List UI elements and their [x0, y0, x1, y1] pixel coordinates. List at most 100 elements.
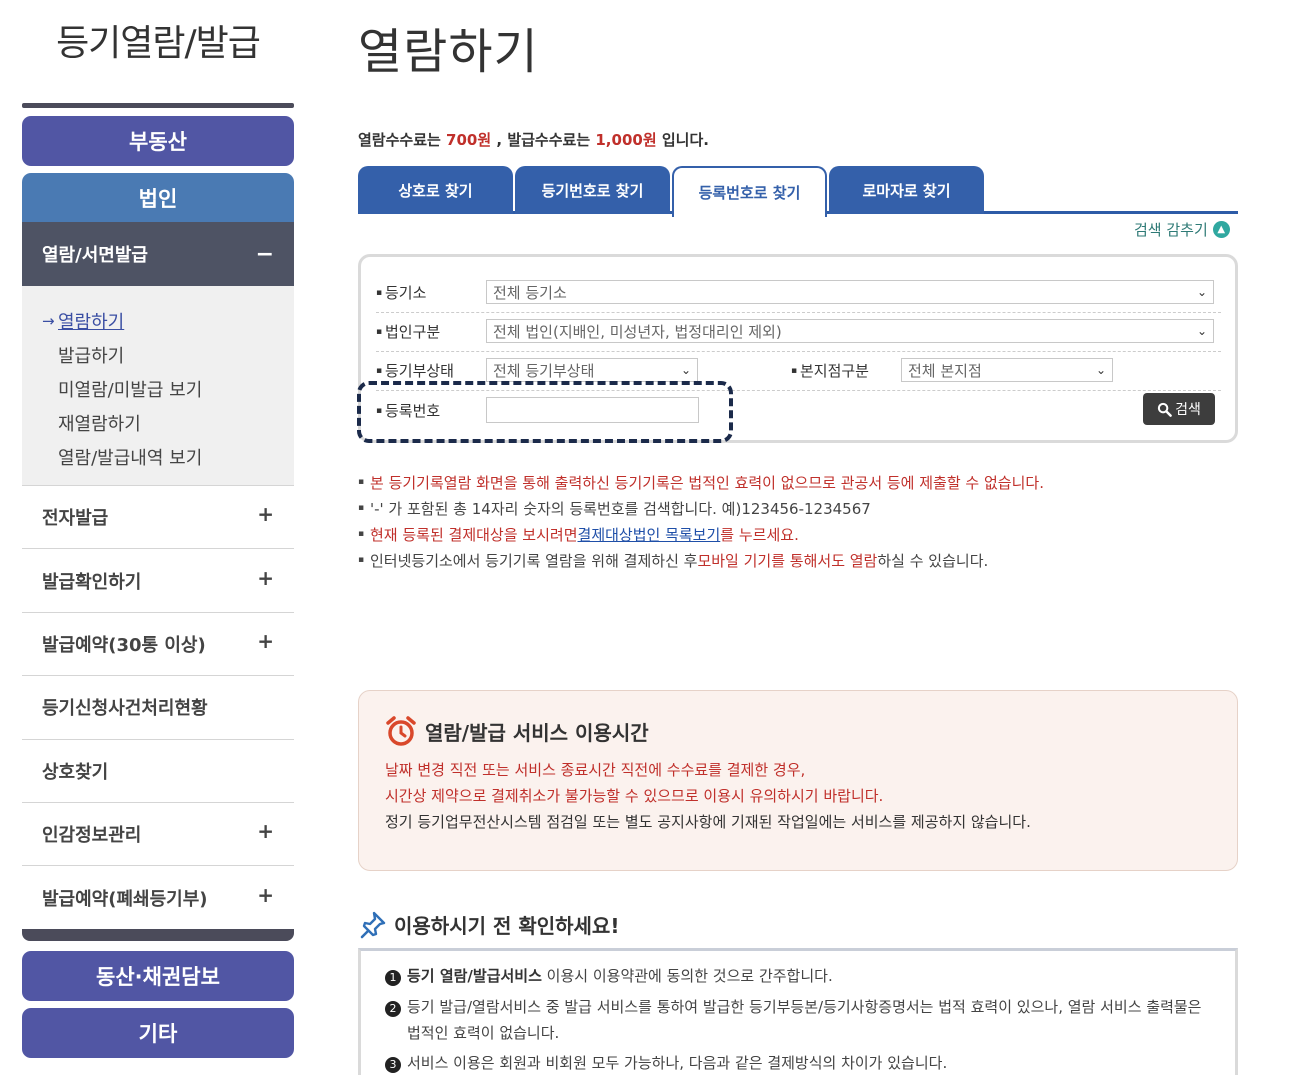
notice-text: 모바일 기기를 통해서도 열람 [697, 551, 878, 570]
view-fee: 700원 [446, 131, 492, 149]
service-text: 날짜 변경 직전 또는 서비스 종료시간 직전에 수수료를 결제한 경우, [385, 761, 806, 779]
submenu-item-issue[interactable]: 발급하기 [22, 338, 294, 372]
chevron-down-icon: ⌄ [1196, 324, 1207, 338]
chevron-up-icon: ▲ [1212, 221, 1230, 238]
sidebar-menu: 전자발급 + 발급확인하기 + 발급예약(30통 이상) + 등기신청사건처리현… [22, 485, 294, 929]
branch-label: 본지점구분 [791, 360, 901, 381]
service-text: 시간상 제약으로 결제취소가 불가능할 수 있으므로 이용시 유의하시기 바랍니… [385, 787, 884, 805]
notice-text: '-' 가 포함된 총 14자리 숫자의 등록번호를 검색합니다. 예)1234… [370, 499, 871, 518]
search-button-label: 검색 [1175, 402, 1201, 418]
registry-row: 등기소 전체 등기소 ⌄ [376, 280, 1214, 304]
check-section-title: 이용하시기 전 확인하세요! [360, 910, 619, 939]
service-hours-panel: 열람/발급 서비스 이용시간 날짜 변경 직전 또는 서비스 종료시간 직전에 … [358, 690, 1238, 871]
sidebar-item-reserve-closed[interactable]: 발급예약(폐쇄등기부) + [22, 865, 294, 928]
corp-type-select-value: 전체 법인(지배인, 미성년자, 법정대리인 제외) [493, 322, 782, 341]
page-title: 열람하기 [358, 24, 539, 80]
list-item: ▪ '-' 가 포함된 총 14자리 숫자의 등록번호를 검색합니다. 예)123… [358, 499, 871, 518]
sidebar-item-case-status[interactable]: 등기신청사건처리현황 [22, 675, 294, 738]
list-item: ▪ 인터넷등기소에서 등기기록 열람을 위해 결제하신 후 모바일 기기를 통해… [358, 551, 989, 570]
submenu-item-label: 열람/발급내역 보기 [58, 448, 203, 469]
list-item: 1 등기 열람/발급서비스 이용시 이용약관에 동의한 것으로 간주합니다. [385, 963, 1211, 989]
submenu-item-label: 발급하기 [58, 346, 125, 367]
payment-list-link[interactable]: 결제대상법인 목록보기 [578, 524, 721, 545]
notice-text: 인터넷등기소에서 등기기록 열람을 위해 결제하신 후 [370, 551, 698, 570]
registry-select-value: 전체 등기소 [493, 283, 567, 302]
chevron-down-icon: ⌄ [1095, 363, 1106, 377]
sidebar-item-verify[interactable]: 발급확인하기 + [22, 548, 294, 611]
search-button[interactable]: 검색 [1143, 393, 1215, 425]
status-select[interactable]: 전체 등기부상태 ⌄ [486, 358, 698, 382]
submenu-item-history[interactable]: 열람/발급내역 보기 [22, 440, 294, 474]
submenu-item-view[interactable]: → 열람하기 [22, 304, 294, 338]
category-etc-button[interactable]: 기타 [22, 1008, 294, 1058]
category-corporation-button[interactable]: 법인 [22, 173, 294, 223]
fee-mid: , 발급수수료는 [496, 131, 591, 149]
fee-prefix: 열람수수료는 [358, 131, 441, 149]
sidebar-item-label: 열람/서면발급 [42, 245, 148, 266]
sidebar-item-label: 발급예약(폐쇄등기부) [42, 888, 208, 910]
expand-icon[interactable]: + [257, 566, 274, 590]
list-item: 2 등기 발급/열람서비스 중 발급 서비스를 통하여 발급한 등기부등본/등기… [385, 994, 1211, 1046]
tab-registry-number[interactable]: 등기번호로 찾기 [515, 166, 670, 214]
expand-icon[interactable]: + [257, 629, 274, 653]
category-movable-button[interactable]: 동산·채권담보 [22, 951, 294, 1001]
list-item: ▪ 현재 등록된 결제대상을 보시려면 결제대상법인 목록보기 를 누르세요. [358, 524, 799, 545]
expand-icon[interactable]: + [257, 883, 274, 907]
tab-reg-number[interactable]: 등록번호로 찾기 [672, 166, 827, 217]
hide-search-toggle[interactable]: 검색 감추기 ▲ [1134, 219, 1230, 240]
search-tabs: 상호로 찾기 등기번호로 찾기 등록번호로 찾기 로마자로 찾기 [358, 166, 1238, 217]
sidebar-item-view-issue[interactable]: 열람/서면발급 − [22, 222, 294, 286]
sidebar-item-label: 발급예약(30통 이상) [42, 634, 206, 656]
branch-row: 본지점구분 전체 본지점 ⌄ [791, 358, 1113, 382]
service-text: 정기 등기업무전산시스템 점검일 또는 별도 공지사항에 기재된 작업일에는 서… [385, 813, 1031, 831]
list-item: ▪ 본 등기기록열람 화면을 통해 출력하신 등기기록은 법적인 효력이 없으므로… [358, 473, 1044, 492]
registry-select[interactable]: 전체 등기소 ⌄ [486, 280, 1214, 304]
highlight-box [357, 381, 733, 443]
notice-list: ▪ 본 등기기록열람 화면을 통해 출력하신 등기기록은 법적인 효력이 없으므로… [358, 469, 1044, 573]
sidebar-item-seal-info[interactable]: 인감정보관리 + [22, 801, 294, 865]
sidebar-item-trade-name[interactable]: 상호찾기 [22, 738, 294, 802]
submenu-item-label: 열람하기 [58, 312, 125, 333]
notice-text: 본 등기기록열람 화면을 통해 출력하신 등기기록은 법적인 효력이 없으므로 … [370, 473, 1044, 492]
chevron-down-icon: ⌄ [680, 363, 691, 377]
status-select-value: 전체 등기부상태 [493, 361, 595, 380]
hide-search-label: 검색 감추기 [1134, 221, 1208, 239]
submenu-item-label: 재열람하기 [58, 414, 141, 435]
sidebar-item-label: 전자발급 [42, 508, 109, 530]
sidebar-item-e-issue[interactable]: 전자발급 + [22, 485, 294, 548]
branch-select-value: 전체 본지점 [908, 361, 982, 380]
tab-romanized[interactable]: 로마자로 찾기 [829, 166, 984, 214]
branch-select[interactable]: 전체 본지점 ⌄ [901, 358, 1113, 382]
fee-info: 열람수수료는 700원 , 발급수수료는 1,000원 입니다. [358, 129, 709, 150]
category-real-estate-button[interactable]: 부동산 [22, 116, 294, 166]
sidebar-item-reserve-bulk[interactable]: 발급예약(30통 이상) + [22, 611, 294, 675]
pushpin-icon [360, 911, 386, 938]
notice-text: 하실 수 있습니다. [877, 551, 989, 570]
check-text: 이용시 이용약관에 동의한 것으로 간주합니다. [541, 967, 833, 985]
submenu-item-unviewed[interactable]: 미열람/미발급 보기 [22, 372, 294, 406]
registry-label: 등기소 [376, 282, 486, 303]
submenu-item-review[interactable]: 재열람하기 [22, 406, 294, 440]
check-list: 1 등기 열람/발급서비스 이용시 이용약관에 동의한 것으로 간주합니다. 2… [358, 948, 1238, 1075]
sidebar-item-label: 발급확인하기 [42, 571, 142, 593]
notice-text: 를 누르세요. [720, 525, 799, 544]
service-hours-title: 열람/발급 서비스 이용시간 [425, 720, 649, 745]
collapse-icon[interactable]: − [256, 242, 274, 267]
corp-type-row: 법인구분 전체 법인(지배인, 미성년자, 법정대리인 제외) ⌄ [376, 319, 1214, 343]
number-badge-icon: 2 [385, 1001, 401, 1017]
number-badge-icon: 3 [385, 1057, 401, 1073]
check-text: 서비스 이용은 회원과 비회원 모두 가능하나, 다음과 같은 결제방식의 차이… [407, 1054, 948, 1072]
notice-text: 현재 등록된 결제대상을 보시려면 [370, 525, 578, 544]
expand-icon[interactable]: + [257, 819, 274, 843]
sidebar-title: 등기열람/발급 [56, 23, 261, 64]
tab-trade-name[interactable]: 상호로 찾기 [358, 166, 513, 214]
sidebar-submenu: → 열람하기 발급하기 미열람/미발급 보기 재열람하기 열람/발급내역 보기 [22, 286, 294, 485]
check-bold-text: 등기 열람/발급서비스 [407, 967, 542, 985]
sidebar-item-label: 등기신청사건처리현황 [42, 698, 208, 720]
expand-icon[interactable]: + [257, 502, 274, 526]
submenu-item-label: 미열람/미발급 보기 [58, 380, 203, 401]
corp-type-select[interactable]: 전체 법인(지배인, 미성년자, 법정대리인 제외) ⌄ [486, 319, 1214, 343]
issue-fee: 1,000원 [595, 131, 657, 149]
status-label: 등기부상태 [376, 360, 486, 381]
sidebar-item-label: 인감정보관리 [42, 825, 142, 847]
